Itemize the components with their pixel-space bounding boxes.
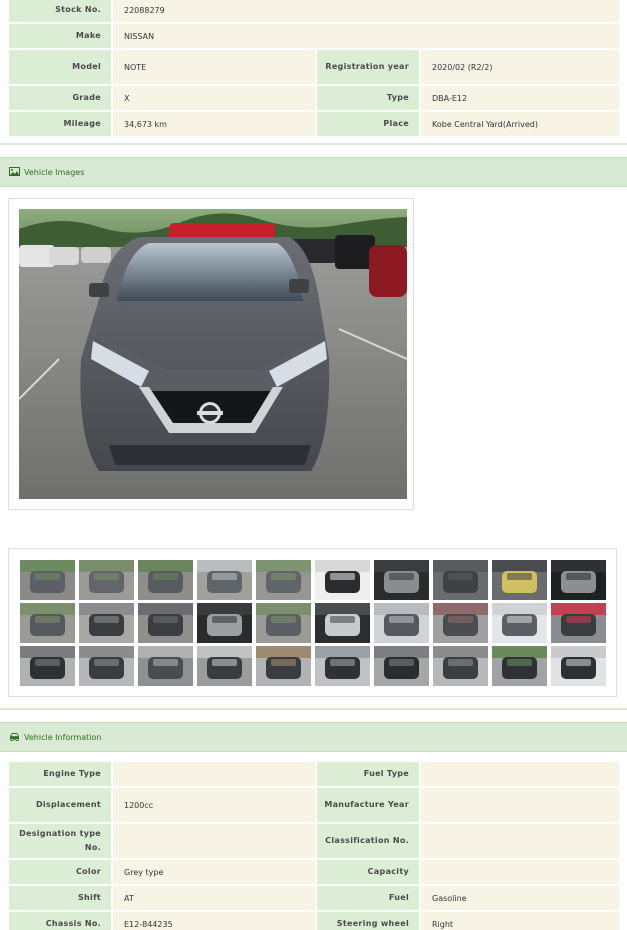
vehicle-images-header: Vehicle Images — [0, 157, 627, 187]
spec-label: Color — [9, 860, 111, 884]
vehicle-information-header: Vehicle Information — [0, 722, 627, 752]
gallery-thumbnail[interactable] — [138, 646, 193, 686]
table-row: Make NISSAN — [9, 24, 619, 48]
spec-value: DBA-E12 — [421, 86, 619, 110]
gallery-thumbnail[interactable] — [197, 603, 252, 643]
spec-label: Manufacture Year — [317, 788, 419, 822]
gallery-thumbnail[interactable] — [315, 560, 370, 600]
spec-value: 2020/02 (R2/2) — [421, 50, 619, 84]
thumbnail-gallery — [8, 548, 617, 697]
gallery-thumbnail[interactable] — [315, 646, 370, 686]
spec-value — [113, 762, 315, 786]
section-title: Vehicle Information — [24, 732, 102, 742]
spec-value: X — [113, 86, 315, 110]
gallery-thumbnail[interactable] — [433, 560, 488, 600]
table-row: Displacement 1200cc Manufacture Year — [9, 788, 619, 822]
spec-label: Type — [317, 86, 419, 110]
gallery-thumbnail[interactable] — [551, 646, 606, 686]
spec-value — [421, 860, 619, 884]
spec-label: Place — [317, 112, 419, 136]
gallery-thumbnail[interactable] — [20, 603, 75, 643]
vehicle-info-table: Engine Type Fuel Type Displacement 1200c… — [7, 760, 621, 930]
gallery-thumbnail[interactable] — [492, 646, 547, 686]
spec-value: E12-844235 — [113, 912, 315, 930]
spec-label: Fuel — [317, 886, 419, 910]
table-row: Color Grey type Capacity — [9, 860, 619, 884]
table-row: Designation type No. Classification No. — [9, 824, 619, 858]
section-title: Vehicle Images — [24, 167, 85, 177]
spec-label: Stock No. — [9, 0, 111, 22]
gallery-thumbnail[interactable] — [138, 603, 193, 643]
spec-label: Mileage — [9, 112, 111, 136]
spec-value: 34,673 km — [113, 112, 315, 136]
gallery-thumbnail[interactable] — [315, 603, 370, 643]
spec-label: Designation type No. — [9, 824, 111, 858]
gallery-thumbnail[interactable] — [197, 560, 252, 600]
spec-value — [421, 762, 619, 786]
spec-label: Make — [9, 24, 111, 48]
table-row: Shift AT Fuel Gasoline — [9, 886, 619, 910]
spec-value: Grey type — [113, 860, 315, 884]
spec-value: AT — [113, 886, 315, 910]
gallery-thumbnail[interactable] — [138, 560, 193, 600]
gallery-thumbnail[interactable] — [256, 560, 311, 600]
gallery-thumbnail[interactable] — [433, 603, 488, 643]
gallery-thumbnail[interactable] — [20, 646, 75, 686]
table-row: Mileage 34,673 km Place Kobe Central Yar… — [9, 112, 619, 136]
spec-label: Engine Type — [9, 762, 111, 786]
spec-value — [421, 824, 619, 858]
gallery-thumbnail[interactable] — [492, 560, 547, 600]
spec-label: Model — [9, 50, 111, 84]
table-row: Engine Type Fuel Type — [9, 762, 619, 786]
gallery-thumbnail[interactable] — [256, 603, 311, 643]
gallery-thumbnail[interactable] — [79, 603, 134, 643]
spec-label: Capacity — [317, 860, 419, 884]
spec-label: Displacement — [9, 788, 111, 822]
spec-value — [421, 788, 619, 822]
gallery-thumbnail[interactable] — [197, 646, 252, 686]
spec-label: Shift — [9, 886, 111, 910]
spec-value: Gasoline — [421, 886, 619, 910]
spec-label: Fuel Type — [317, 762, 419, 786]
table-row: Grade X Type DBA-E12 — [9, 86, 619, 110]
gallery-thumbnail[interactable] — [374, 560, 429, 600]
spec-label: Registration year — [317, 50, 419, 84]
gallery-thumbnail[interactable] — [79, 646, 134, 686]
gallery-thumbnail[interactable] — [433, 646, 488, 686]
main-image-frame — [8, 198, 414, 510]
spec-value — [113, 824, 315, 858]
spec-label: Grade — [9, 86, 111, 110]
spec-label: Classification No. — [317, 824, 419, 858]
gallery-thumbnail[interactable] — [551, 603, 606, 643]
divider — [0, 708, 627, 710]
gallery-thumbnail[interactable] — [256, 646, 311, 686]
spec-value: 1200cc — [113, 788, 315, 822]
gallery-thumbnail[interactable] — [79, 560, 134, 600]
gallery-thumbnail[interactable] — [374, 603, 429, 643]
gallery-thumbnail[interactable] — [492, 603, 547, 643]
table-row: Chassis No. E12-844235 Steering wheel Ri… — [9, 912, 619, 930]
table-row: Stock No. 22088279 — [9, 0, 619, 22]
spec-value: NISSAN — [113, 24, 619, 48]
image-icon — [9, 166, 20, 178]
gallery-thumbnail[interactable] — [20, 560, 75, 600]
spec-value: NOTE — [113, 50, 315, 84]
spec-label: Chassis No. — [9, 912, 111, 930]
spec-value: 22088279 — [113, 0, 619, 22]
main-vehicle-photo[interactable] — [19, 209, 407, 499]
car-icon — [9, 732, 20, 743]
basic-info-table: Stock No. 22088279 Make NISSAN Model NOT… — [7, 0, 621, 138]
divider — [0, 143, 627, 145]
spec-value: Kobe Central Yard(Arrived) — [421, 112, 619, 136]
gallery-thumbnail[interactable] — [374, 646, 429, 686]
gallery-thumbnail[interactable] — [551, 560, 606, 600]
spec-value: Right — [421, 912, 619, 930]
spec-label: Steering wheel — [317, 912, 419, 930]
table-row: Model NOTE Registration year 2020/02 (R2… — [9, 50, 619, 84]
